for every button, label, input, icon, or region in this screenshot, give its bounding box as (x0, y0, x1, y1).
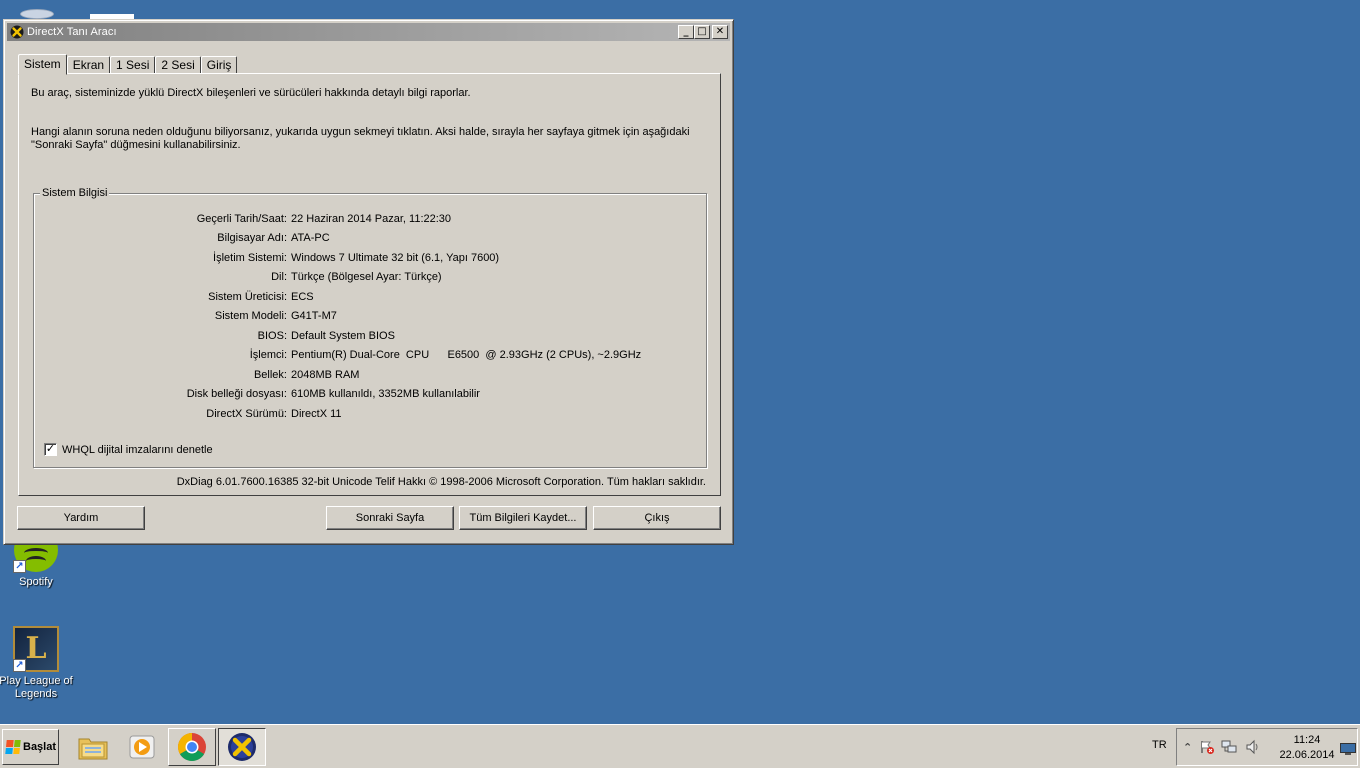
desktop-icon-label: Spotify (19, 576, 53, 588)
tab-ekran[interactable]: Ekran (66, 56, 111, 74)
minimize-button[interactable]: _ (678, 25, 694, 39)
info-label: DirectX Sürümü: (206, 408, 287, 420)
desktop-icon-partial-1[interactable] (20, 9, 54, 19)
action-center-flag-icon[interactable] (1199, 739, 1215, 755)
system-tray: ⌃ 11:24 22.06.2014 (1176, 728, 1358, 766)
clock[interactable]: 11:24 22.06.2014 (1272, 733, 1342, 763)
tab-giris[interactable]: Giriş (200, 56, 238, 74)
intro-text-2: Hangi alanın soruna neden olduğunu biliy… (31, 126, 690, 138)
exit-button[interactable]: Çıkış (593, 506, 721, 530)
clock-date: 22.06.2014 (1279, 749, 1335, 761)
shortcut-arrow-icon: ↗ (13, 560, 26, 573)
copyright-text: DxDiag 6.01.7600.16385 32-bit Unicode Te… (176, 476, 706, 488)
info-label: Bellek: (253, 369, 287, 381)
info-value: ATA-PC (291, 232, 330, 244)
info-row-memory: Bellek: 2048MB RAM (34, 369, 708, 383)
volume-icon[interactable] (1245, 739, 1261, 755)
next-page-button[interactable]: Sonraki Sayfa (326, 506, 454, 530)
desktop-icon-label: Play League of Legends (0, 675, 73, 700)
info-row-os: İşletim Sistemi: Windows 7 Ultimate 32 b… (34, 252, 708, 266)
directx-icon (10, 25, 24, 39)
taskbar-chrome[interactable] (168, 728, 216, 766)
help-button[interactable]: Yardım (17, 506, 145, 530)
clock-time: 11:24 (1293, 734, 1321, 746)
window-title: DirectX Tanı Aracı (27, 26, 117, 38)
close-button[interactable]: ✕ (712, 25, 728, 39)
league-of-legends-icon: L ↗ (12, 625, 60, 673)
info-row-language: Dil: Türkçe (Bölgesel Ayar: Türkçe) (34, 271, 708, 285)
whql-checkbox-row[interactable]: ✓ WHQL dijital imzalarını denetle (44, 443, 213, 456)
language-indicator[interactable]: TR (1152, 739, 1167, 751)
start-label: Başlat (23, 741, 57, 753)
system-info-group: Sistem Bilgisi Geçerli Tarih/Saat: 22 Ha… (33, 187, 708, 468)
desktop-icon-league-of-legends[interactable]: L ↗ Play League of Legends (0, 625, 73, 701)
maximize-button[interactable]: □ (694, 25, 710, 39)
dxdiag-window: DirectX Tanı Aracı _ □ ✕ Sistem Ekran 1 … (3, 19, 734, 545)
info-label: Bilgisayar Adı: (217, 232, 287, 244)
info-value: DirectX 11 (291, 408, 342, 420)
info-label: Geçerli Tarih/Saat: (196, 213, 287, 225)
info-row-computer-name: Bilgisayar Adı: ATA-PC (34, 232, 708, 246)
info-row-directx-version: DirectX Sürümü: DirectX 11 (34, 408, 708, 422)
tab-sistem[interactable]: Sistem (18, 54, 67, 75)
save-all-info-button[interactable]: Tüm Bilgileri Kaydet... (459, 506, 587, 530)
tab-2-sesi[interactable]: 2 Sesi (155, 56, 201, 74)
group-title: Sistem Bilgisi (40, 187, 110, 199)
whql-checkbox[interactable]: ✓ (44, 443, 57, 456)
info-value: Pentium(R) Dual-Core CPU E6500 @ 2.93GHz… (291, 349, 642, 361)
taskbar-dxdiag[interactable] (218, 728, 266, 766)
show-desktop-icon[interactable] (1340, 743, 1356, 755)
info-label: Sistem Modeli: (214, 310, 287, 322)
info-value: 22 Haziran 2014 Pazar, 11:22:30 (291, 213, 452, 225)
taskbar-media-player[interactable] (118, 728, 166, 766)
info-row-model: Sistem Modeli: G41T-M7 (34, 310, 708, 324)
info-row-bios: BIOS: Default System BIOS (34, 330, 708, 344)
info-row-datetime: Geçerli Tarih/Saat: 22 Haziran 2014 Paza… (34, 213, 708, 227)
info-value: 2048MB RAM (291, 369, 360, 381)
info-label: Disk belleği dosyası: (186, 388, 287, 400)
taskbar-explorer[interactable] (69, 728, 117, 766)
taskbar: Başlat TR ⌃ 11:24 22.06.2014 (0, 724, 1360, 768)
info-value: Windows 7 Ultimate 32 bit (6.1, Yapı 760… (291, 252, 500, 264)
info-value: ECS (291, 291, 314, 303)
start-button[interactable]: Başlat (2, 729, 59, 765)
whql-checkbox-label[interactable]: WHQL dijital imzalarını denetle (62, 444, 213, 456)
info-value: Default System BIOS (291, 330, 395, 342)
tab-panel-sistem: Bu araç, sisteminizde yüklü DirectX bile… (18, 73, 721, 496)
windows-logo-icon (5, 740, 21, 754)
folder-icon (78, 738, 108, 760)
info-label: İşlemci: (249, 349, 287, 361)
intro-text-3: "Sonraki Sayfa" düğmesini kullanabilirsi… (31, 139, 241, 151)
title-bar[interactable]: DirectX Tanı Aracı _ □ ✕ (7, 23, 730, 41)
show-hidden-icons-button[interactable]: ⌃ (1183, 741, 1192, 754)
directx-icon (228, 733, 256, 761)
info-row-processor: İşlemci: Pentium(R) Dual-Core CPU E6500 … (34, 349, 708, 363)
info-value: Türkçe (Bölgesel Ayar: Türkçe) (291, 271, 442, 283)
info-label: Dil: (271, 271, 287, 283)
info-value: G41T-M7 (291, 310, 337, 322)
chrome-icon (178, 733, 206, 761)
info-label: BIOS: (257, 330, 287, 342)
media-player-icon (129, 735, 155, 759)
network-icon[interactable] (1221, 739, 1237, 755)
tab-1-sesi[interactable]: 1 Sesi (110, 56, 156, 74)
info-label: İşletim Sistemi: (213, 252, 287, 264)
info-row-manufacturer: Sistem Üreticisi: ECS (34, 291, 708, 305)
intro-text-1: Bu araç, sisteminizde yüklü DirectX bile… (31, 87, 471, 99)
info-row-page-file: Disk belleği dosyası: 610MB kullanıldı, … (34, 388, 708, 402)
tab-strip: Sistem Ekran 1 Sesi 2 Sesi Giriş (18, 52, 238, 75)
shortcut-arrow-icon: ↗ (13, 659, 26, 672)
info-label: Sistem Üreticisi: (208, 291, 287, 303)
info-value: 610MB kullanıldı, 3352MB kullanılabilir (291, 388, 480, 400)
